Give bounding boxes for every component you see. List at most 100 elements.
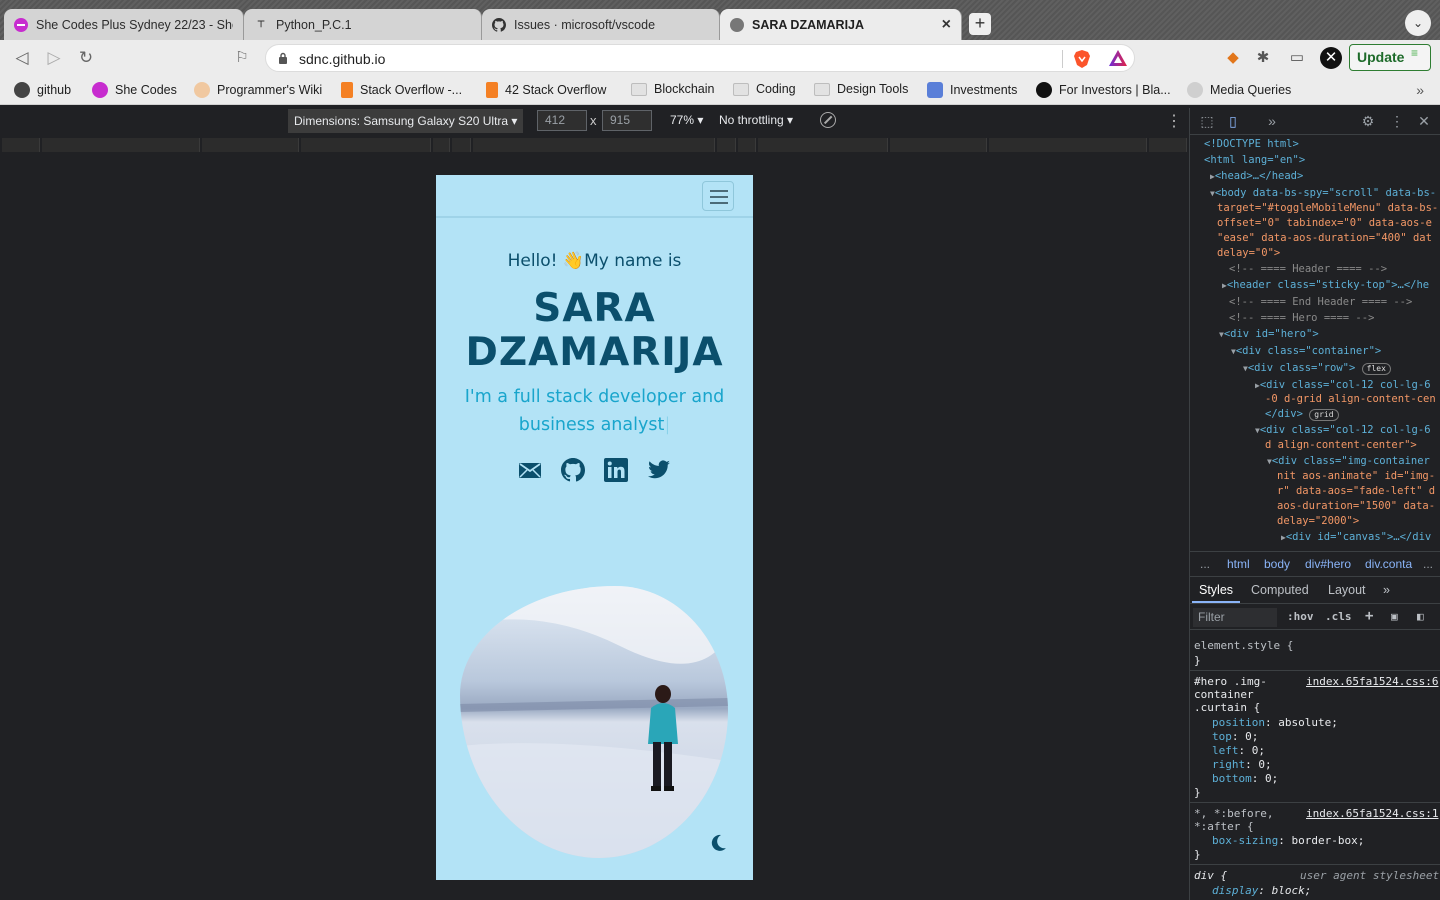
- tab-python[interactable]: ⊤ Python_P.C.1: [244, 9, 482, 40]
- breadcrumb-div-hero[interactable]: div#hero: [1305, 557, 1351, 571]
- rule-selector: div {: [1194, 869, 1228, 882]
- bookmark-icon[interactable]: ⚐: [232, 48, 252, 68]
- bookmark-folder-blockchain[interactable]: Blockchain: [631, 82, 714, 96]
- css-declaration[interactable]: right: 0;: [1212, 758, 1272, 771]
- throttling-select[interactable]: No throttling ▾: [719, 113, 793, 127]
- update-button[interactable]: Update ≡: [1349, 44, 1431, 71]
- bookmark-folder-coding[interactable]: Coding: [733, 82, 796, 96]
- bookmark-programmers-wiki[interactable]: Programmer's Wiki: [194, 82, 322, 98]
- more-tabs-chevron-icon[interactable]: »: [1264, 113, 1280, 129]
- devtools-menu-icon[interactable]: ⋮: [1389, 113, 1405, 129]
- dom-node[interactable]: ▼<div class="container">: [1231, 345, 1381, 357]
- github-icon[interactable]: [561, 458, 585, 482]
- tab-styles[interactable]: Styles: [1199, 583, 1233, 597]
- css-declaration[interactable]: left: 0;: [1212, 744, 1265, 757]
- css-declaration[interactable]: top: 0;: [1212, 730, 1258, 743]
- active-tab-indicator: [1192, 601, 1240, 603]
- bookmark-42-stack-overflow[interactable]: 42 Stack Overflow: [486, 82, 606, 98]
- dom-node[interactable]: ▶<div id="canvas">…</div: [1281, 531, 1431, 543]
- dom-node[interactable]: ▼<div class="row"> flex: [1243, 362, 1391, 375]
- device-dimensions-select[interactable]: Dimensions: Samsung Galaxy S20 Ultra ▾: [288, 109, 524, 133]
- tab-computed[interactable]: Computed: [1251, 583, 1309, 597]
- new-tab-button[interactable]: +: [969, 13, 991, 35]
- paint-brush-icon[interactable]: ▣: [1391, 610, 1398, 623]
- close-tab-icon[interactable]: ×: [942, 16, 951, 34]
- stylesheet-link[interactable]: index.65fa1524.css:6: [1306, 675, 1438, 688]
- more-subtabs-chevron-icon[interactable]: »: [1383, 583, 1390, 597]
- tab-she-codes[interactable]: She Codes Plus Sydney 22/23 - She: [4, 9, 244, 40]
- new-rule-plus-icon[interactable]: +: [1365, 608, 1373, 624]
- css-declaration[interactable]: bottom: 0;: [1212, 772, 1278, 785]
- bookmark-folder-design-tools[interactable]: Design Tools: [814, 82, 908, 96]
- tab-search-chevron-icon[interactable]: ⌄: [1405, 10, 1431, 36]
- bookmark-media-queries[interactable]: Media Queries: [1187, 82, 1291, 98]
- linkedin-icon[interactable]: [604, 458, 628, 482]
- styles-filter-input[interactable]: Filter: [1193, 608, 1277, 627]
- reload-icon[interactable]: ↻: [76, 48, 96, 68]
- bookmark-stack-overflow[interactable]: Stack Overflow -...: [341, 82, 462, 98]
- breadcrumb-html[interactable]: html: [1227, 557, 1250, 571]
- css-declaration[interactable]: box-sizing: border-box;: [1212, 834, 1364, 847]
- bookmark-investments[interactable]: Investments: [927, 82, 1017, 98]
- close-devtools-icon[interactable]: ✕: [1416, 113, 1432, 129]
- breadcrumb-ellipsis[interactable]: ...: [1200, 557, 1210, 571]
- back-arrow-icon[interactable]: ◁: [12, 48, 32, 68]
- inspect-element-icon[interactable]: ⬚: [1199, 113, 1215, 129]
- rule-divider: [1190, 670, 1440, 671]
- bookmark-github[interactable]: github: [14, 82, 71, 98]
- brave-shields-icon[interactable]: [1073, 49, 1091, 69]
- dom-node[interactable]: ▶<head>…</head>: [1210, 170, 1303, 182]
- metamask-icon[interactable]: ◆: [1224, 49, 1242, 67]
- dom-node[interactable]: <!DOCTYPE html>: [1204, 138, 1299, 150]
- dom-node[interactable]: ▶<div class="col-12 col-lg-6: [1255, 379, 1431, 391]
- dom-node[interactable]: ▼<div class="img-container: [1267, 455, 1430, 467]
- tab-vscode-issues[interactable]: Issues · microsoft/vscode: [482, 9, 720, 40]
- bookmark-label: She Codes: [115, 83, 177, 97]
- dom-node[interactable]: ▶<header class="sticky-top">…</he: [1222, 279, 1429, 291]
- extensions-puzzle-icon[interactable]: ✱: [1254, 49, 1272, 67]
- hamburger-menu-icon[interactable]: [702, 181, 734, 211]
- device-width-input[interactable]: 412: [537, 110, 587, 131]
- twitter-icon[interactable]: [647, 458, 671, 482]
- dom-node[interactable]: ▼<body data-bs-spy="scroll" data-bs-: [1210, 187, 1436, 199]
- dom-comment[interactable]: <!-- ==== Header ==== -->: [1229, 263, 1387, 275]
- breadcrumb-more[interactable]: ...: [1423, 557, 1433, 571]
- rule-close: }: [1194, 848, 1201, 861]
- breadcrumb-div-container[interactable]: div.conta: [1365, 557, 1412, 571]
- settings-gear-icon[interactable]: ⚙: [1360, 113, 1376, 129]
- dom-comment[interactable]: <!-- ==== End Header ==== -->: [1229, 296, 1412, 308]
- hov-toggle[interactable]: :hov: [1287, 610, 1314, 623]
- tab-layout[interactable]: Layout: [1328, 583, 1366, 597]
- stylesheet-link[interactable]: index.65fa1524.css:1: [1306, 807, 1438, 820]
- forward-arrow-icon[interactable]: ▷: [44, 48, 64, 68]
- device-height-input[interactable]: 915: [602, 110, 652, 131]
- dom-comment[interactable]: <!-- ==== Hero ==== -->: [1229, 312, 1374, 324]
- dark-mode-moon-icon[interactable]: [708, 833, 728, 853]
- more-options-icon[interactable]: ⋮: [1166, 111, 1182, 131]
- zoom-select[interactable]: 77% ▾: [670, 113, 703, 127]
- brave-rewards-icon[interactable]: [1108, 49, 1128, 67]
- rotate-icon[interactable]: [820, 112, 836, 128]
- rule-selector: *:after {: [1194, 820, 1254, 833]
- tab-sara-dzamarija[interactable]: SARA DZAMARIJA ×: [720, 9, 962, 40]
- toggle-sidebar-icon[interactable]: ◧: [1417, 610, 1424, 623]
- element-style-selector[interactable]: element.style {: [1194, 639, 1293, 652]
- device-toggle-icon[interactable]: ▯: [1225, 113, 1241, 129]
- css-declaration[interactable]: position: absolute;: [1212, 716, 1338, 729]
- dom-node[interactable]: ▼<div class="col-12 col-lg-6: [1255, 424, 1431, 436]
- email-icon[interactable]: [518, 458, 542, 482]
- breadcrumb-body[interactable]: body: [1264, 557, 1290, 571]
- profile-avatar-icon[interactable]: ✕: [1320, 47, 1342, 69]
- more-bookmarks-chevron-icon[interactable]: »: [1416, 82, 1424, 98]
- dom-node[interactable]: <html lang="en">: [1204, 154, 1305, 166]
- devtools-panel: ⬚ ▯ » ⚙ ⋮ ✕ <!DOCTYPE html> <html lang="…: [1189, 108, 1440, 900]
- bookmarks-bar: github She Codes Programmer's Wiki Stack…: [0, 76, 1440, 105]
- bookmark-she-codes[interactable]: She Codes: [92, 82, 177, 98]
- wallet-icon[interactable]: ▭: [1288, 49, 1306, 67]
- dom-node[interactable]: ▼<div id="hero">: [1219, 328, 1319, 340]
- address-bar[interactable]: sdnc.github.io: [265, 44, 1135, 72]
- bookmark-label: Investments: [950, 83, 1018, 97]
- bookmark-for-investors[interactable]: For Investors | Bla...: [1036, 82, 1171, 98]
- stackoverflow-icon: [341, 82, 353, 98]
- cls-toggle[interactable]: .cls: [1325, 610, 1352, 623]
